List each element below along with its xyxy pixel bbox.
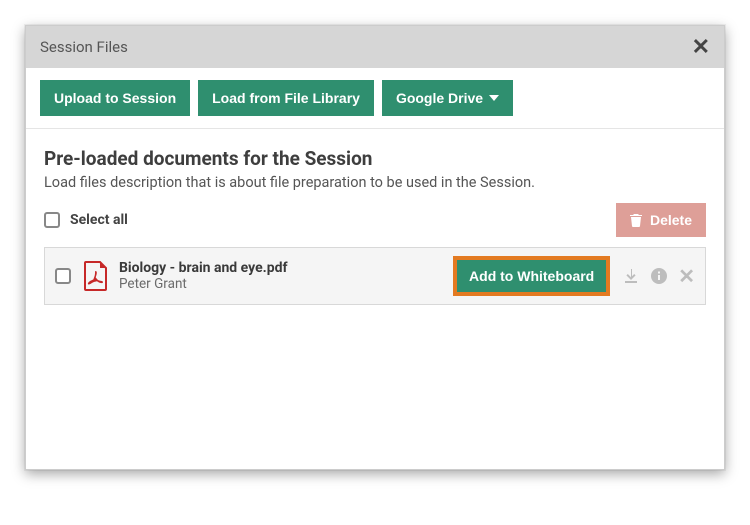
close-icon: ✕: [692, 34, 710, 59]
dialog-header: Session Files ✕: [26, 26, 724, 68]
add-to-whiteboard-label: Add to Whiteboard: [469, 268, 594, 284]
delete-button[interactable]: Delete: [616, 203, 706, 237]
upload-label: Upload to Session: [54, 90, 176, 106]
file-row-actions: ✕: [622, 266, 695, 286]
file-info: Biology - brain and eye.pdf Peter Grant: [83, 260, 441, 292]
session-files-dialog: Session Files ✕ Upload to Session Load f…: [25, 25, 725, 470]
file-row: Biology - brain and eye.pdf Peter Grant …: [44, 247, 706, 305]
select-all-checkbox[interactable]: [44, 212, 60, 228]
google-drive-label: Google Drive: [396, 90, 483, 106]
file-author: Peter Grant: [119, 276, 288, 292]
file-checkbox[interactable]: [55, 268, 71, 284]
load-from-library-button[interactable]: Load from File Library: [198, 80, 374, 116]
trash-icon: [630, 213, 642, 227]
dialog-content: Pre-loaded documents for the Session Loa…: [26, 129, 724, 469]
caret-down-icon: [489, 95, 499, 101]
select-all-group: Select all: [44, 212, 128, 228]
remove-file-icon[interactable]: ✕: [678, 266, 695, 286]
file-text: Biology - brain and eye.pdf Peter Grant: [119, 260, 288, 292]
load-library-label: Load from File Library: [212, 90, 360, 106]
dialog-title: Session Files: [40, 38, 128, 56]
section-description: Load files description that is about fil…: [44, 174, 706, 191]
info-icon[interactable]: [650, 267, 668, 285]
file-name: Biology - brain and eye.pdf: [119, 260, 288, 276]
download-icon[interactable]: [622, 267, 640, 285]
toolbar: Upload to Session Load from File Library…: [26, 68, 724, 129]
upload-to-session-button[interactable]: Upload to Session: [40, 80, 190, 116]
select-row: Select all Delete: [44, 203, 706, 237]
google-drive-button[interactable]: Google Drive: [382, 80, 513, 116]
select-all-label: Select all: [70, 212, 128, 228]
add-to-whiteboard-button[interactable]: Add to Whiteboard: [453, 256, 610, 296]
delete-label: Delete: [650, 212, 692, 228]
section-title: Pre-loaded documents for the Session: [44, 147, 706, 170]
close-button[interactable]: ✕: [692, 36, 710, 58]
pdf-icon: [83, 261, 109, 291]
